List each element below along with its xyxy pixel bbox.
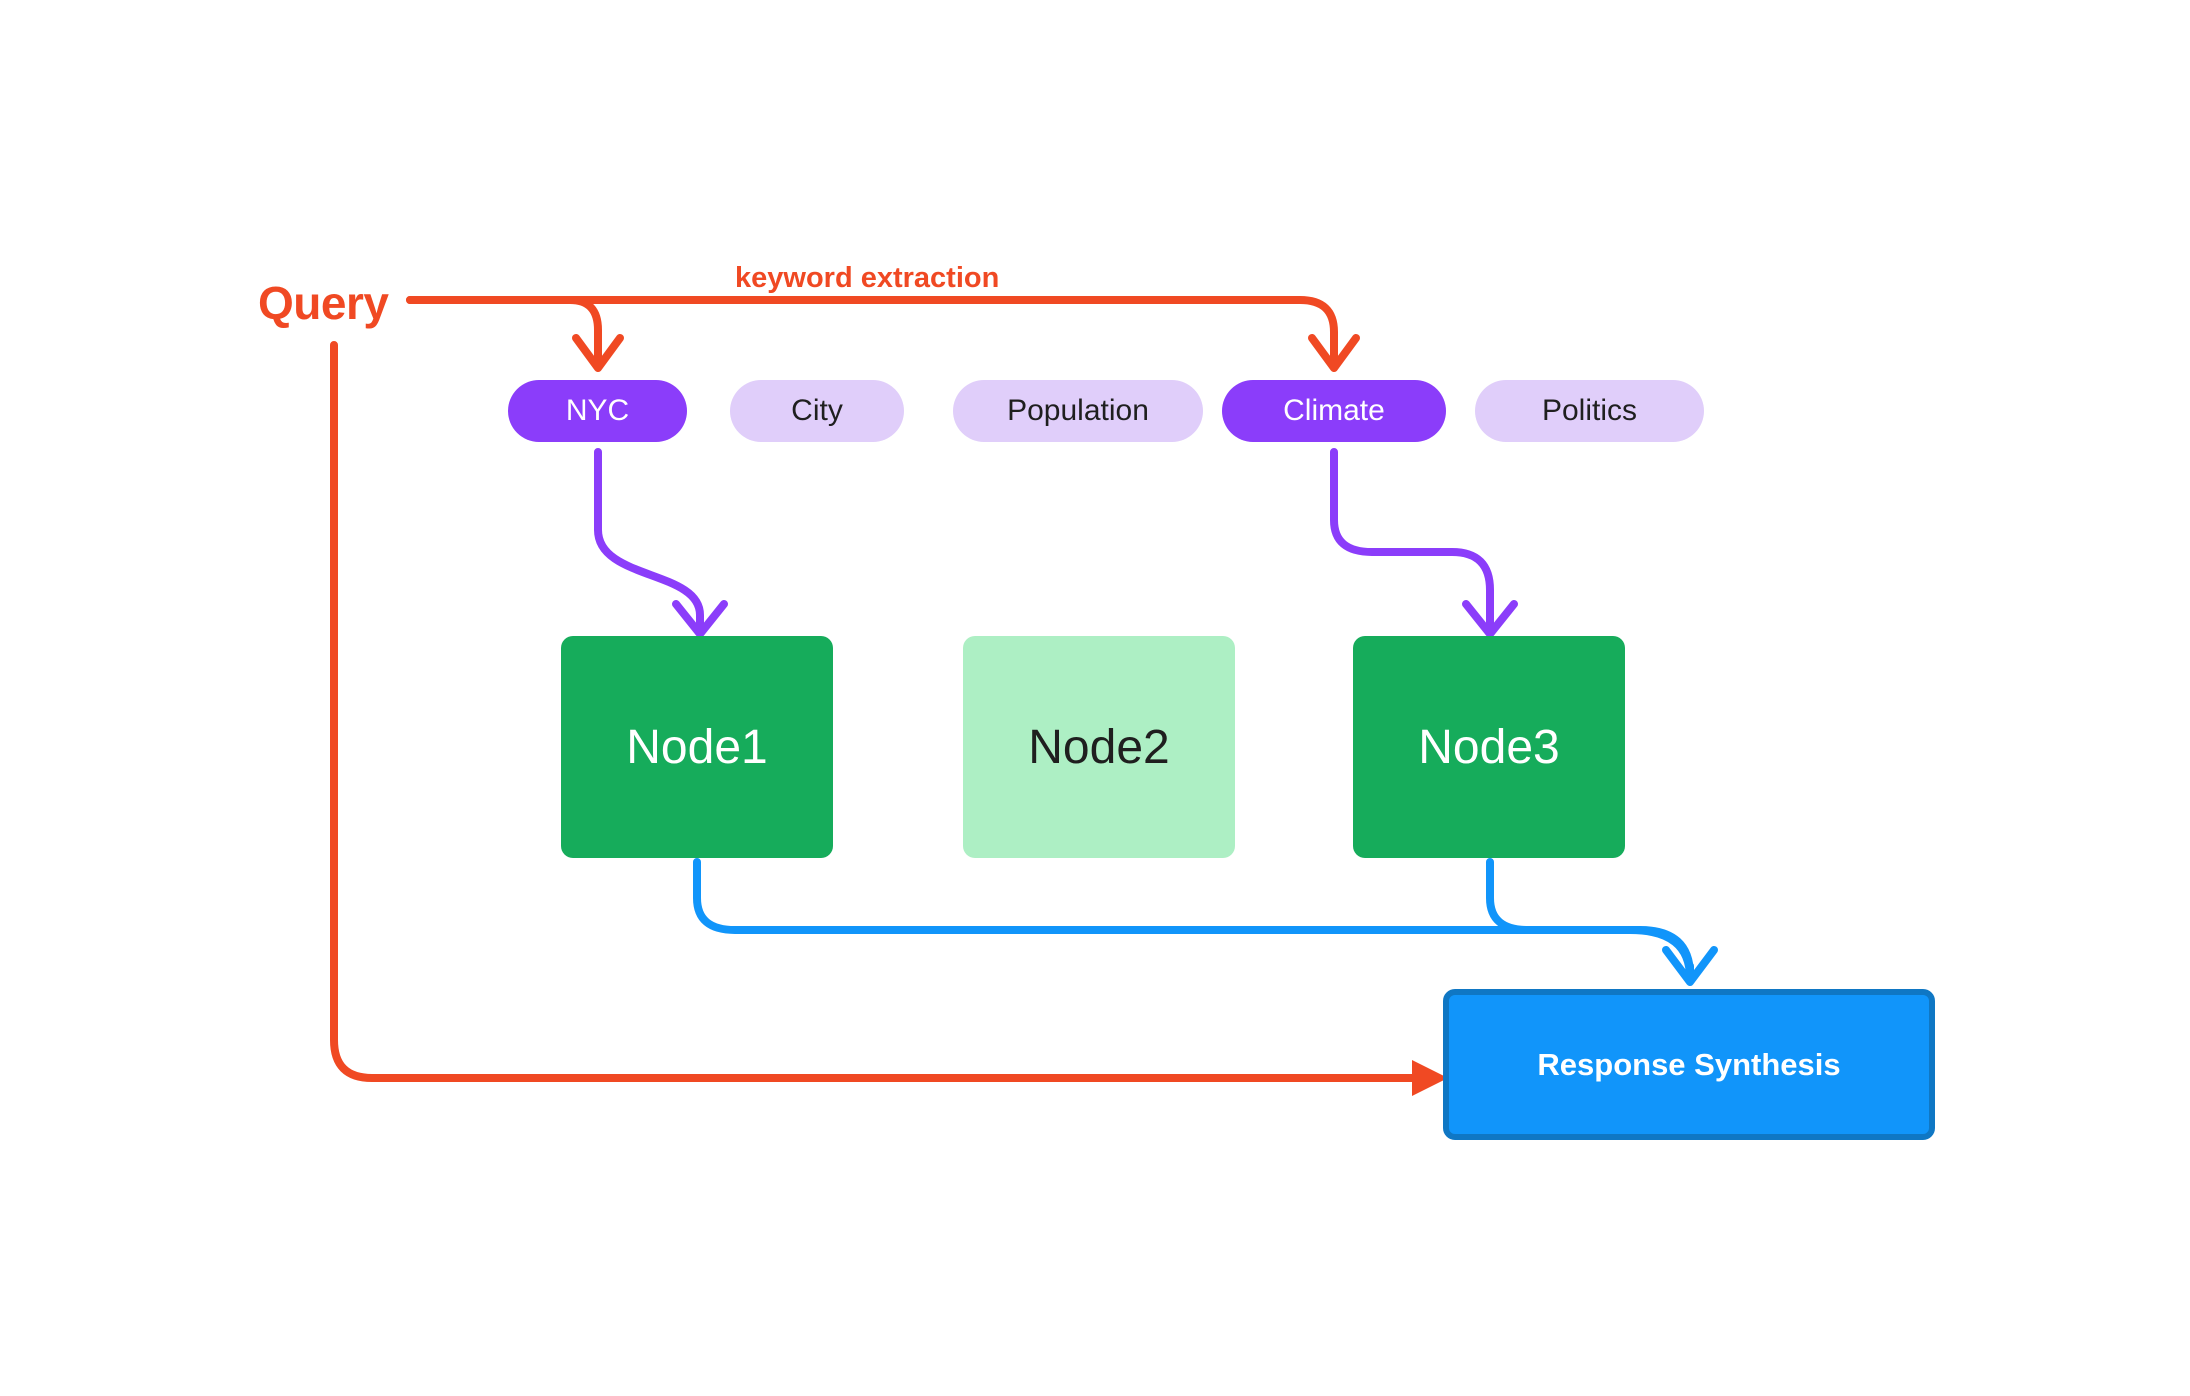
keyword-pill-climate[interactable]: Climate [1222, 380, 1446, 442]
arrowhead-nyc-node1 [672, 600, 728, 638]
keyword-pill-politics[interactable]: Politics [1475, 380, 1704, 442]
edge-query-to-nyc [406, 296, 602, 364]
query-label: Query [258, 277, 389, 329]
edge-nyc-to-node1 [594, 448, 704, 636]
edge-climate-to-node3 [1330, 448, 1494, 636]
node-box-node1[interactable]: Node1 [561, 636, 833, 858]
arrowhead-synthesis-top [1662, 946, 1718, 986]
keyword-extraction-label: keyword extraction [735, 262, 1000, 294]
edge-merge-to-synthesis [1626, 926, 1694, 982]
edge-query-trunk [406, 296, 1338, 364]
keyword-pill-city[interactable]: City [730, 380, 904, 442]
keyword-pill-population[interactable]: Population [953, 380, 1203, 442]
edge-node3-to-synthesis [1486, 858, 1694, 976]
response-synthesis-box[interactable]: Response Synthesis [1443, 989, 1935, 1140]
arrowhead-query-climate [1308, 334, 1360, 372]
edge-query-to-synthesis [330, 341, 1416, 1082]
arrowhead-climate-node3 [1462, 600, 1518, 638]
node-box-node2[interactable]: Node2 [963, 636, 1235, 858]
arrowhead-query-nyc [572, 334, 624, 372]
keyword-pill-nyc[interactable]: NYC [508, 380, 687, 442]
diagram-canvas: Query keyword extraction NYC City Popula… [0, 0, 2190, 1396]
edge-node1-to-synthesis [693, 858, 1634, 934]
node-box-node3[interactable]: Node3 [1353, 636, 1625, 858]
